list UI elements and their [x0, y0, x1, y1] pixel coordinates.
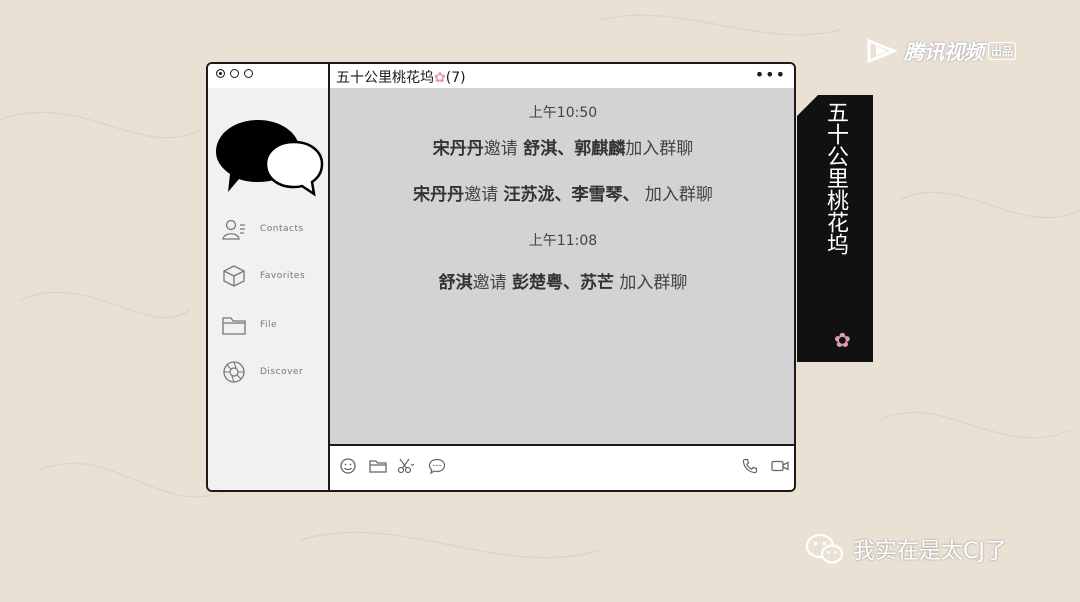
tag-notch: [796, 95, 818, 117]
folder-icon: [222, 317, 246, 335]
join-suffix: 加入群聊: [619, 273, 688, 293]
file-button[interactable]: [369, 458, 387, 478]
invitee-names: 汪苏泷、李雪琴、: [503, 185, 640, 205]
message-timestamp: 上午10:50: [528, 105, 598, 121]
tencent-video-badge: 出品: [988, 41, 1016, 60]
sidebar-item-label: Contacts: [260, 224, 304, 234]
sidebar-item-favorites[interactable]: Favorites: [222, 265, 305, 287]
sidebar-item-label: Favorites: [260, 271, 306, 281]
inviter-name: 宋丹丹: [413, 185, 465, 205]
invitee-names: 舒淇、郭麒麟: [523, 139, 626, 159]
window-controls: [216, 69, 253, 78]
tencent-video-watermark: 腾讯视频 出品: [866, 36, 1016, 65]
wechat-account-watermark: 我实在是太CJ了: [805, 533, 1007, 565]
folder-icon: [369, 460, 387, 473]
system-message: 宋丹丹邀请 舒淇、郭麒麟加入群聊: [330, 134, 794, 159]
chat-title-text: 五十公里桃花坞: [336, 70, 434, 86]
sidebar: Contacts Favorites File Discover: [208, 88, 330, 490]
invite-verb: 邀请: [483, 139, 518, 159]
title-divider: [328, 64, 330, 88]
side-tag-text: 五十公里桃花坞: [823, 101, 848, 255]
wechat-logo-icon: [805, 533, 844, 564]
flower-icon: ✿: [834, 328, 851, 352]
message-input-bar[interactable]: [330, 446, 794, 490]
minimize-window-button[interactable]: [230, 69, 239, 78]
screenshot-button[interactable]: [397, 458, 415, 478]
video-call-button[interactable]: [771, 458, 789, 478]
sidebar-item-discover[interactable]: Discover: [222, 361, 303, 383]
favorites-cube-icon: [223, 265, 245, 287]
more-options-button[interactable]: •••: [755, 65, 786, 84]
inviter-name: 宋丹丹: [432, 139, 484, 159]
discover-aperture-icon: [223, 361, 245, 383]
title-bar: 五十公里桃花坞✿(7) •••: [208, 64, 794, 90]
sidebar-item-contacts[interactable]: Contacts: [222, 218, 304, 240]
chat-title: 五十公里桃花坞✿(7): [336, 67, 466, 87]
member-count: (7): [445, 70, 466, 86]
sidebar-item-label: Discover: [260, 367, 304, 377]
chat-bubble-icon: [428, 458, 446, 475]
chat-bubbles-logo-icon: [216, 120, 324, 197]
message-timestamp: 上午11:08: [528, 233, 598, 249]
wechat-account-name: 我实在是太CJ了: [853, 539, 1007, 564]
system-message: 舒淇邀请 彭楚粤、苏芒 加入群聊: [330, 268, 794, 293]
sidebar-item-label: File: [260, 320, 278, 330]
scissors-icon: [397, 458, 415, 474]
tencent-video-play-icon: [867, 38, 899, 63]
join-suffix: 加入群聊: [625, 139, 694, 159]
chat-history-button[interactable]: [428, 458, 446, 478]
chat-window: 五十公里桃花坞✿(7) ••• Contacts Favorites File …: [206, 62, 796, 492]
contacts-icon: [222, 219, 245, 240]
voice-call-button[interactable]: [741, 458, 759, 478]
maximize-window-button[interactable]: [244, 69, 253, 78]
sidebar-item-file[interactable]: File: [222, 314, 277, 336]
flower-icon: ✿: [434, 70, 446, 86]
invite-verb: 邀请: [464, 185, 499, 205]
close-window-button[interactable]: [216, 69, 225, 78]
phone-icon: [742, 458, 758, 474]
tencent-video-text: 腾讯视频: [904, 40, 984, 64]
join-suffix: 加入群聊: [644, 185, 713, 205]
video-camera-icon: [771, 460, 789, 472]
emoji-icon: [340, 458, 356, 474]
chat-messages-area: 上午10:50 宋丹丹邀请 舒淇、郭麒麟加入群聊 宋丹丹邀请 汪苏泷、李雪琴、 …: [330, 88, 794, 446]
invitee-names: 彭楚粤、苏芒: [512, 273, 614, 293]
invite-verb: 邀请: [472, 273, 507, 293]
system-message: 宋丹丹邀请 汪苏泷、李雪琴、 加入群聊: [330, 180, 794, 205]
group-name-side-tag: 五十公里桃花坞 ✿: [796, 95, 873, 362]
emoji-button[interactable]: [339, 458, 357, 478]
inviter-name: 舒淇: [438, 273, 473, 293]
